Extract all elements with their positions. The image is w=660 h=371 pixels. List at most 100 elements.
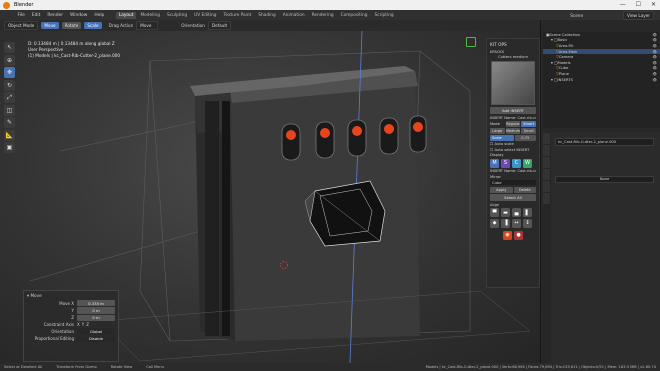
outliner-row[interactable]: ▾ ▢ INSERTS 👁: [543, 77, 660, 83]
object-name-field[interactable]: kc_Cast-Rib-Cutter-2_plane.000: [555, 138, 654, 146]
visibility-eye-icon[interactable]: 👁: [653, 33, 657, 37]
measure-tool-icon[interactable]: 📐: [4, 129, 15, 141]
auto-scale-checkbox[interactable]: ☐ Auto scale: [490, 142, 536, 146]
align-right-icon[interactable]: ▐: [501, 218, 510, 228]
close-button[interactable]: ✕: [651, 1, 656, 8]
object-field[interactable]: Cube: [490, 180, 536, 186]
tab-modeling[interactable]: Modeling: [137, 12, 163, 19]
tab-modifier-icon[interactable]: [543, 193, 550, 204]
tab-uv-editing[interactable]: UV Editing: [191, 12, 219, 19]
kitops-logo-icon[interactable]: ◉: [503, 230, 512, 240]
visibility-eye-icon[interactable]: 👁: [653, 55, 657, 59]
align-middle-icon[interactable]: ▬: [501, 208, 510, 218]
select-tool-icon[interactable]: ↖: [4, 42, 15, 53]
display-m-icon[interactable]: M: [490, 158, 499, 168]
visibility-eye-icon[interactable]: 👁: [653, 50, 657, 54]
tab-layout[interactable]: Layout: [115, 11, 137, 19]
move-y-field[interactable]: 0 m: [77, 307, 115, 314]
add-cube-tool-icon[interactable]: ▣: [4, 142, 15, 153]
visibility-eye-icon[interactable]: 👁: [653, 72, 657, 76]
align-center-icon[interactable]: ◆: [490, 218, 499, 228]
move-z-field[interactable]: 0 m: [77, 314, 115, 321]
visibility-eye-icon[interactable]: 👁: [653, 66, 657, 70]
auto-select-checkbox[interactable]: ☐ Auto select INSERT: [490, 148, 536, 152]
tab-output-icon[interactable]: [543, 157, 550, 168]
display-c-icon[interactable]: C: [512, 158, 521, 168]
menu-render[interactable]: Render: [44, 13, 67, 18]
tab-rendering[interactable]: Rendering: [309, 12, 337, 19]
ops-orientation-dropdown[interactable]: Global: [77, 328, 115, 335]
rotate-button[interactable]: Rotate: [61, 22, 82, 29]
size-large-button[interactable]: Large: [490, 128, 505, 134]
tab-scripting[interactable]: Scripting: [372, 12, 397, 19]
drag-action-dropdown[interactable]: Move: [136, 21, 159, 30]
tab-shading[interactable]: Shading: [255, 12, 278, 19]
stretch-y-icon[interactable]: ↕: [523, 218, 532, 228]
axis-z-checkbox[interactable]: Z: [86, 322, 89, 327]
tab-render-icon[interactable]: [543, 145, 550, 156]
visibility-eye-icon[interactable]: 👁: [653, 38, 657, 42]
tab-compositing[interactable]: Compositing: [338, 12, 371, 19]
workspace-tabs: Layout Modeling Sculpting UV Editing Tex…: [115, 11, 397, 19]
tab-object-icon[interactable]: [543, 181, 550, 192]
stretch-x-icon[interactable]: ↔: [512, 218, 521, 228]
apply-delete-row: Apply Delete: [490, 186, 536, 193]
display-s-icon[interactable]: S: [501, 158, 510, 168]
apply-button[interactable]: Apply: [490, 186, 513, 193]
scene-selector[interactable]: Scene: [570, 13, 583, 18]
align-top-icon[interactable]: ▀: [490, 208, 499, 218]
menu-edit[interactable]: Edit: [28, 13, 44, 18]
menu-file[interactable]: File: [14, 13, 28, 18]
minimize-button[interactable]: —: [620, 1, 626, 8]
insert-name-field[interactable]: INSERT Name: Cast.rib-cu...: [490, 116, 536, 120]
navigation-gizmo-icon[interactable]: [466, 37, 476, 47]
axis-y-checkbox[interactable]: Y: [82, 322, 84, 327]
scale-field[interactable]: 0.75: [514, 135, 536, 141]
orientation-dropdown[interactable]: Default: [207, 21, 232, 30]
move-button[interactable]: Move: [41, 22, 59, 29]
tab-texture-paint[interactable]: Texture Paint: [221, 12, 255, 19]
cursor-tool-icon[interactable]: ⊕: [4, 54, 15, 66]
mode-dropdown[interactable]: Object Mode: [4, 21, 39, 30]
visibility-eye-icon[interactable]: 👁: [653, 61, 657, 65]
display-w-icon[interactable]: W: [523, 158, 532, 168]
align-left-icon[interactable]: ▌: [523, 208, 532, 218]
outliner-row-label: Models: [557, 60, 571, 65]
size-medium-button[interactable]: Medium: [505, 128, 521, 134]
move-x-field[interactable]: 0.335 m: [77, 300, 115, 307]
view-layer-selector[interactable]: View Layer: [623, 10, 654, 20]
kpacks-label: KPACKS: [490, 49, 505, 54]
tab-tool-icon[interactable]: [543, 133, 550, 144]
mode-regular-button[interactable]: Regular: [505, 121, 521, 127]
insert-thumbnail[interactable]: [491, 61, 535, 105]
scale-button[interactable]: Scale: [84, 22, 102, 29]
auto-scale-label: Auto scale: [494, 142, 514, 147]
delete-button[interactable]: Delete: [513, 186, 536, 193]
left-toolbar: ↖ ⊕ ✥ ↻ ⤢ ◫ ✎ 📐 ▣: [4, 42, 18, 155]
menu-help[interactable]: Help: [91, 13, 108, 18]
axis-x-checkbox[interactable]: X: [77, 322, 80, 327]
size-small-button[interactable]: Small: [521, 128, 537, 134]
maximize-button[interactable]: ☐: [636, 1, 641, 8]
transform-tool-icon[interactable]: ◫: [4, 104, 15, 116]
visibility-eye-icon[interactable]: 👁: [653, 78, 657, 82]
annotate-tool-icon[interactable]: ✎: [4, 117, 15, 128]
add-insert-button[interactable]: Add INSERT: [490, 107, 536, 114]
mode-smart-button[interactable]: Smart: [521, 121, 537, 127]
status-bar: Select or Deselect All Transform From Gi…: [0, 363, 660, 371]
insert-name-field-2[interactable]: INSERT Name: Cast.rib-cu...: [490, 169, 536, 173]
material-slot-list[interactable]: [553, 148, 660, 174]
tab-sculpting[interactable]: Sculpting: [164, 12, 190, 19]
visibility-eye-icon[interactable]: 👁: [653, 44, 657, 48]
menu-window[interactable]: Window: [67, 13, 91, 18]
rotate-tool-icon[interactable]: ↻: [4, 79, 15, 91]
kitops-help-icon[interactable]: ●: [514, 230, 523, 240]
scale-tool-icon[interactable]: ⤢: [4, 92, 15, 103]
material-selector[interactable]: None: [555, 175, 654, 184]
tab-scene-icon[interactable]: [543, 169, 550, 180]
proportional-dropdown[interactable]: Disable: [77, 335, 115, 342]
select-all-button[interactable]: Select All: [490, 194, 536, 202]
align-bottom-icon[interactable]: ▄: [512, 208, 521, 218]
tab-animation[interactable]: Animation: [280, 12, 308, 19]
move-tool-icon[interactable]: ✥: [4, 67, 15, 78]
